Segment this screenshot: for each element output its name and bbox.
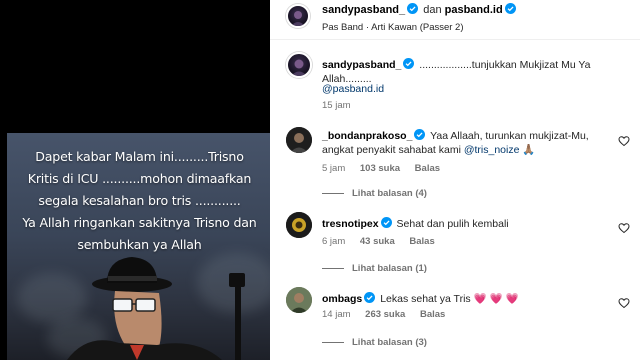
comment-time[interactable]: 15 jam <box>322 100 351 111</box>
view-replies-label: Lihat balasan (3) <box>352 337 427 348</box>
comment-content: Sehat dan pulih kembali <box>396 218 509 230</box>
header-coauthor[interactable]: pasband.id <box>445 4 503 16</box>
heart-icon[interactable] <box>618 135 630 147</box>
header-and-text: dan <box>423 4 442 16</box>
comment-username[interactable]: tresnotipex <box>322 218 379 230</box>
post-image: Dapet kabar Malam ini.........Trisno Kri… <box>7 133 270 360</box>
replies-divider <box>322 192 344 194</box>
caption-comment: sandypasband_ ..................tunjukka… <box>270 48 640 118</box>
verified-icon <box>407 3 419 14</box>
reply-button[interactable]: Balas <box>415 163 440 174</box>
like-count[interactable]: 263 suka <box>365 309 405 320</box>
post-header: sandypasband_ dan pasband.id Pas Band · … <box>270 0 640 40</box>
avatar[interactable] <box>286 127 312 153</box>
replies-divider <box>322 341 344 343</box>
like-count[interactable]: 43 suka <box>360 236 395 247</box>
avatar[interactable] <box>286 287 312 313</box>
view-replies-button[interactable]: Lihat balasan (3) <box>322 337 427 348</box>
comment-text: ombags Lekas sehat ya Tris 💗 💗 💗 <box>322 292 617 306</box>
replies-divider <box>322 267 344 269</box>
heart-icon[interactable] <box>618 297 630 309</box>
avatar[interactable] <box>286 52 312 78</box>
comment-meta: 6 jam 43 suka Balas <box>322 236 447 247</box>
header-usernames: sandypasband_ dan pasband.id <box>322 3 518 16</box>
verified-icon <box>380 217 392 228</box>
verified-icon <box>403 58 415 69</box>
comment-emoji: 💗 💗 💗 <box>473 293 519 305</box>
audio-track-link[interactable]: Pas Band · Arti Kawan (Passer 2) <box>322 22 464 33</box>
comment-text: tresnotipex Sehat dan pulih kembali <box>322 217 617 231</box>
verified-icon <box>364 292 376 303</box>
comment-item: _bondanprakoso_ Yaa Allaah, turunkan muk… <box>270 125 640 205</box>
comment-item: ombags Lekas sehat ya Tris 💗 💗 💗 14 jam … <box>270 287 640 360</box>
comment-time[interactable]: 14 jam <box>322 309 351 320</box>
header-username[interactable]: sandypasband_ <box>322 4 405 16</box>
view-replies-label: Lihat balasan (1) <box>352 263 427 274</box>
comment-meta: 14 jam 263 suka Balas <box>322 309 457 320</box>
verified-icon <box>504 3 516 14</box>
heart-icon[interactable] <box>618 222 630 234</box>
avatar[interactable] <box>286 212 312 238</box>
singer-figure <box>67 257 245 360</box>
like-count[interactable]: 103 suka <box>360 163 400 174</box>
comment-meta: 15 jam <box>322 100 363 111</box>
comment-meta: 5 jam 103 suka Balas <box>322 163 452 174</box>
comment-username[interactable]: ombags <box>322 293 362 305</box>
view-replies-button[interactable]: Lihat balasan (4) <box>322 188 427 199</box>
comment-text: _bondanprakoso_ Yaa Allaah, turunkan muk… <box>322 129 617 157</box>
comment-username[interactable]: sandypasband_ <box>322 59 401 71</box>
view-replies-label: Lihat balasan (4) <box>352 188 427 199</box>
reply-button[interactable]: Balas <box>409 236 434 247</box>
comment-time[interactable]: 6 jam <box>322 236 345 247</box>
mention-link[interactable]: @pasband.id <box>322 82 617 96</box>
comments-panel: sandypasband_ dan pasband.id Pas Band · … <box>270 0 640 360</box>
comment-emoji: 🙏🏽 <box>522 144 536 156</box>
reply-button[interactable]: Balas <box>420 309 445 320</box>
view-replies-button[interactable]: Lihat balasan (1) <box>322 263 427 274</box>
comment-username[interactable]: _bondanprakoso_ <box>322 130 412 142</box>
comment-item: tresnotipex Sehat dan pulih kembali 6 ja… <box>270 212 640 282</box>
mention-link[interactable]: @tris_noize <box>464 144 520 156</box>
post-media[interactable]: Dapet kabar Malam ini.........Trisno Kri… <box>0 0 270 360</box>
avatar[interactable] <box>286 4 310 28</box>
comment-time[interactable]: 5 jam <box>322 163 345 174</box>
verified-icon <box>414 129 426 140</box>
comment-content: Lekas sehat ya Tris <box>380 293 471 305</box>
